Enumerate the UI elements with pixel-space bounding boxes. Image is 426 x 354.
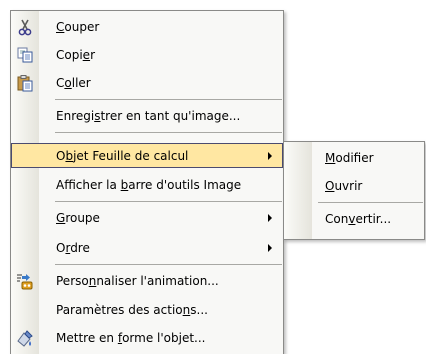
scissors-icon bbox=[16, 18, 34, 36]
menu-item-label: Enregistrer en tant qu'image... bbox=[56, 109, 241, 123]
context-menu: Couper Copier Coller Enregistrer en tant… bbox=[10, 10, 284, 354]
submenu-item-convertir[interactable]: Convertir... bbox=[285, 206, 423, 232]
menu-item-label: Mettre en forme l'objet... bbox=[56, 331, 206, 345]
menu-item-afficher-barre-outils-image[interactable]: Afficher la barre d'outils Image bbox=[12, 172, 282, 198]
menu-item-label: Ordre bbox=[56, 241, 90, 255]
submenu-arrow-icon bbox=[268, 152, 272, 160]
submenu-arrow-icon bbox=[268, 244, 272, 252]
menu-item-coller[interactable]: Coller bbox=[12, 70, 282, 96]
menu-item-objet-feuille-de-calcul[interactable]: Objet Feuille de calcul bbox=[11, 143, 283, 168]
menu-item-label: Afficher la barre d'outils Image bbox=[56, 178, 242, 192]
paste-icon bbox=[16, 74, 34, 92]
submenu-item-ouvrir[interactable]: Ouvrir bbox=[285, 173, 423, 199]
menu-item-couper[interactable]: Couper bbox=[12, 14, 282, 40]
menu-item-label: Paramètres des actions... bbox=[56, 303, 208, 317]
menu-separator bbox=[55, 264, 282, 265]
menu-item-label: Copier bbox=[56, 48, 95, 62]
copy-icon bbox=[16, 46, 34, 64]
menu-separator bbox=[55, 99, 282, 100]
menu-item-label: Modifier bbox=[325, 151, 374, 165]
menu-item-parametres-actions[interactable]: Paramètres des actions... bbox=[12, 297, 282, 323]
menu-item-personnaliser-animation[interactable]: Personnaliser l'animation... bbox=[12, 268, 282, 294]
menu-separator bbox=[318, 202, 423, 203]
menu-item-enregistrer-image[interactable]: Enregistrer en tant qu'image... bbox=[12, 103, 282, 129]
submenu-arrow-icon bbox=[268, 214, 272, 222]
format-object-icon bbox=[16, 329, 34, 347]
menu-item-ordre[interactable]: Ordre bbox=[12, 235, 282, 261]
menu-item-label: Ouvrir bbox=[325, 179, 363, 193]
menu-item-label: Couper bbox=[56, 20, 100, 34]
menu-item-label: Convertir... bbox=[325, 212, 392, 226]
menu-item-groupe[interactable]: Groupe bbox=[12, 205, 282, 231]
menu-item-label: Personnaliser l'animation... bbox=[56, 274, 219, 288]
submenu-objet-feuille: Modifier Ouvrir Convertir... bbox=[283, 141, 425, 240]
menu-item-label: Objet Feuille de calcul bbox=[56, 149, 189, 163]
submenu-item-modifier[interactable]: Modifier bbox=[285, 145, 423, 171]
menu-item-label: Coller bbox=[56, 76, 91, 90]
custom-animation-icon bbox=[16, 272, 34, 290]
menu-separator bbox=[55, 201, 282, 202]
menu-separator bbox=[55, 132, 282, 133]
menu-item-label: Groupe bbox=[56, 211, 100, 225]
menu-item-copier[interactable]: Copier bbox=[12, 42, 282, 68]
menu-item-mettre-en-forme-objet[interactable]: Mettre en forme l'objet... bbox=[12, 325, 282, 351]
